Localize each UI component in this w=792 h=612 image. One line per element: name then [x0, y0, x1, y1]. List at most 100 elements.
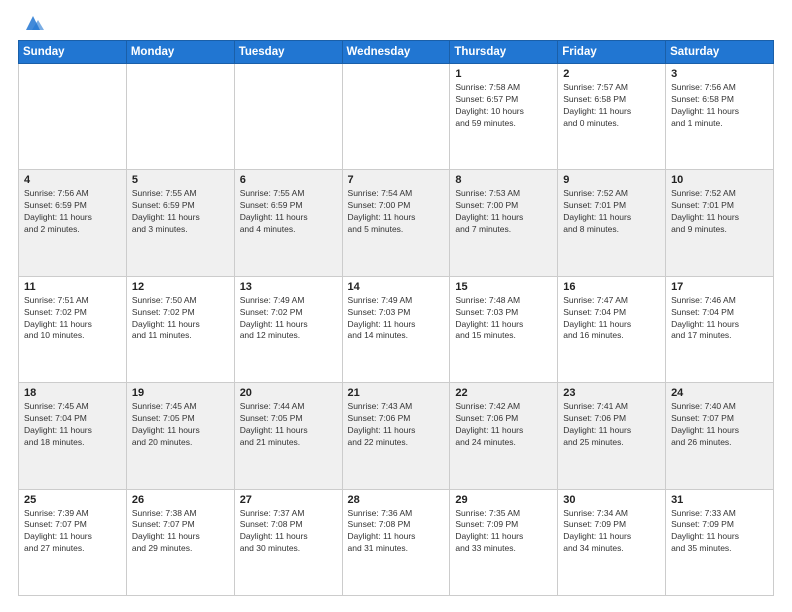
calendar-cell — [342, 64, 450, 170]
calendar-cell: 28 Sunrise: 7:36 AM Sunset: 7:08 PM Dayli… — [342, 489, 450, 595]
day-number: 15 — [455, 281, 552, 293]
day-info: Sunrise: 7:40 AM Sunset: 7:07 PM Dayligh… — [671, 401, 768, 449]
page: SundayMondayTuesdayWednesdayThursdayFrid… — [0, 0, 792, 612]
calendar-cell: 5 Sunrise: 7:55 AM Sunset: 6:59 PM Daylig… — [126, 170, 234, 276]
day-number: 4 — [24, 174, 121, 186]
day-info: Sunrise: 7:34 AM Sunset: 7:09 PM Dayligh… — [563, 508, 660, 556]
day-number: 31 — [671, 494, 768, 506]
day-number: 13 — [240, 281, 337, 293]
calendar-cell: 22 Sunrise: 7:42 AM Sunset: 7:06 PM Dayli… — [450, 383, 558, 489]
day-number: 8 — [455, 174, 552, 186]
day-info: Sunrise: 7:52 AM Sunset: 7:01 PM Dayligh… — [563, 188, 660, 236]
logo-icon — [22, 12, 44, 34]
calendar-cell: 3 Sunrise: 7:56 AM Sunset: 6:58 PM Daylig… — [666, 64, 774, 170]
calendar-cell: 20 Sunrise: 7:44 AM Sunset: 7:05 PM Dayli… — [234, 383, 342, 489]
day-number: 27 — [240, 494, 337, 506]
day-number: 17 — [671, 281, 768, 293]
calendar-cell: 19 Sunrise: 7:45 AM Sunset: 7:05 PM Dayli… — [126, 383, 234, 489]
day-info: Sunrise: 7:58 AM Sunset: 6:57 PM Dayligh… — [455, 82, 552, 130]
day-number: 21 — [348, 387, 445, 399]
calendar-cell: 17Sunrise: 7:46 AM Sunset: 7:04 PM Dayli… — [666, 276, 774, 382]
day-info: Sunrise: 7:49 AM Sunset: 7:03 PM Dayligh… — [348, 295, 445, 343]
col-header-monday: Monday — [126, 41, 234, 64]
calendar-header-row: SundayMondayTuesdayWednesdayThursdayFrid… — [19, 41, 774, 64]
day-info: Sunrise: 7:52 AM Sunset: 7:01 PM Dayligh… — [671, 188, 768, 236]
day-number: 10 — [671, 174, 768, 186]
calendar-cell: 16 Sunrise: 7:47 AM Sunset: 7:04 PM Dayli… — [558, 276, 666, 382]
day-info: Sunrise: 7:48 AM Sunset: 7:03 PM Dayligh… — [455, 295, 552, 343]
day-info: Sunrise: 7:45 AM Sunset: 7:04 PM Dayligh… — [24, 401, 121, 449]
day-info: Sunrise: 7:57 AM Sunset: 6:58 PM Dayligh… — [563, 82, 660, 130]
calendar-cell: 4 Sunrise: 7:56 AM Sunset: 6:59 PM Daylig… — [19, 170, 127, 276]
col-header-wednesday: Wednesday — [342, 41, 450, 64]
day-number: 2 — [563, 68, 660, 80]
day-info: Sunrise: 7:33 AM Sunset: 7:09 PM Dayligh… — [671, 508, 768, 556]
day-number: 18 — [24, 387, 121, 399]
calendar-cell: 8 Sunrise: 7:53 AM Sunset: 7:00 PM Daylig… — [450, 170, 558, 276]
day-number: 5 — [132, 174, 229, 186]
calendar-cell: 10 Sunrise: 7:52 AM Sunset: 7:01 PM Dayli… — [666, 170, 774, 276]
calendar-cell: 31 Sunrise: 7:33 AM Sunset: 7:09 PM Dayli… — [666, 489, 774, 595]
day-number: 28 — [348, 494, 445, 506]
calendar-cell: 7Sunrise: 7:54 AM Sunset: 7:00 PM Daylig… — [342, 170, 450, 276]
day-info: Sunrise: 7:39 AM Sunset: 7:07 PM Dayligh… — [24, 508, 121, 556]
calendar-cell — [19, 64, 127, 170]
day-info: Sunrise: 7:55 AM Sunset: 6:59 PM Dayligh… — [132, 188, 229, 236]
day-number: 24 — [671, 387, 768, 399]
col-header-thursday: Thursday — [450, 41, 558, 64]
day-number: 29 — [455, 494, 552, 506]
calendar-cell: 29 Sunrise: 7:35 AM Sunset: 7:09 PM Dayli… — [450, 489, 558, 595]
day-number: 9 — [563, 174, 660, 186]
day-number: 20 — [240, 387, 337, 399]
calendar-table: SundayMondayTuesdayWednesdayThursdayFrid… — [18, 40, 774, 596]
day-info: Sunrise: 7:36 AM Sunset: 7:08 PM Dayligh… — [348, 508, 445, 556]
day-info: Sunrise: 7:49 AM Sunset: 7:02 PM Dayligh… — [240, 295, 337, 343]
day-info: Sunrise: 7:47 AM Sunset: 7:04 PM Dayligh… — [563, 295, 660, 343]
calendar-cell: 27Sunrise: 7:37 AM Sunset: 7:08 PM Dayli… — [234, 489, 342, 595]
header — [18, 16, 774, 30]
day-info: Sunrise: 7:56 AM Sunset: 6:59 PM Dayligh… — [24, 188, 121, 236]
day-info: Sunrise: 7:56 AM Sunset: 6:58 PM Dayligh… — [671, 82, 768, 130]
day-number: 1 — [455, 68, 552, 80]
day-number: 22 — [455, 387, 552, 399]
col-header-friday: Friday — [558, 41, 666, 64]
day-number: 3 — [671, 68, 768, 80]
calendar-cell: 26 Sunrise: 7:38 AM Sunset: 7:07 PM Dayli… — [126, 489, 234, 595]
day-number: 26 — [132, 494, 229, 506]
calendar-week-row: 18 Sunrise: 7:45 AM Sunset: 7:04 PM Dayli… — [19, 383, 774, 489]
day-info: Sunrise: 7:53 AM Sunset: 7:00 PM Dayligh… — [455, 188, 552, 236]
day-number: 12 — [132, 281, 229, 293]
day-info: Sunrise: 7:45 AM Sunset: 7:05 PM Dayligh… — [132, 401, 229, 449]
day-info: Sunrise: 7:51 AM Sunset: 7:02 PM Dayligh… — [24, 295, 121, 343]
day-number: 19 — [132, 387, 229, 399]
day-number: 6 — [240, 174, 337, 186]
day-number: 16 — [563, 281, 660, 293]
calendar-cell: 21 Sunrise: 7:43 AM Sunset: 7:06 PM Dayli… — [342, 383, 450, 489]
day-info: Sunrise: 7:54 AM Sunset: 7:00 PM Dayligh… — [348, 188, 445, 236]
calendar-cell: 6 Sunrise: 7:55 AM Sunset: 6:59 PM Daylig… — [234, 170, 342, 276]
calendar-cell — [234, 64, 342, 170]
calendar-week-row: 4 Sunrise: 7:56 AM Sunset: 6:59 PM Daylig… — [19, 170, 774, 276]
calendar-cell: 2 Sunrise: 7:57 AM Sunset: 6:58 PM Daylig… — [558, 64, 666, 170]
calendar-cell — [126, 64, 234, 170]
logo — [18, 16, 44, 30]
day-number: 25 — [24, 494, 121, 506]
day-info: Sunrise: 7:50 AM Sunset: 7:02 PM Dayligh… — [132, 295, 229, 343]
day-info: Sunrise: 7:43 AM Sunset: 7:06 PM Dayligh… — [348, 401, 445, 449]
calendar-cell: 24 Sunrise: 7:40 AM Sunset: 7:07 PM Dayli… — [666, 383, 774, 489]
day-number: 14 — [348, 281, 445, 293]
day-info: Sunrise: 7:44 AM Sunset: 7:05 PM Dayligh… — [240, 401, 337, 449]
calendar-cell: 12 Sunrise: 7:50 AM Sunset: 7:02 PM Dayli… — [126, 276, 234, 382]
day-info: Sunrise: 7:35 AM Sunset: 7:09 PM Dayligh… — [455, 508, 552, 556]
day-info: Sunrise: 7:55 AM Sunset: 6:59 PM Dayligh… — [240, 188, 337, 236]
calendar-cell: 15 Sunrise: 7:48 AM Sunset: 7:03 PM Dayli… — [450, 276, 558, 382]
day-info: Sunrise: 7:38 AM Sunset: 7:07 PM Dayligh… — [132, 508, 229, 556]
calendar-cell: 9 Sunrise: 7:52 AM Sunset: 7:01 PM Daylig… — [558, 170, 666, 276]
calendar-week-row: 1 Sunrise: 7:58 AM Sunset: 6:57 PM Daylig… — [19, 64, 774, 170]
calendar-cell: 30Sunrise: 7:34 AM Sunset: 7:09 PM Dayli… — [558, 489, 666, 595]
day-info: Sunrise: 7:42 AM Sunset: 7:06 PM Dayligh… — [455, 401, 552, 449]
col-header-sunday: Sunday — [19, 41, 127, 64]
calendar-cell: 25 Sunrise: 7:39 AM Sunset: 7:07 PM Dayli… — [19, 489, 127, 595]
calendar-cell: 14 Sunrise: 7:49 AM Sunset: 7:03 PM Dayli… — [342, 276, 450, 382]
calendar-week-row: 25 Sunrise: 7:39 AM Sunset: 7:07 PM Dayli… — [19, 489, 774, 595]
